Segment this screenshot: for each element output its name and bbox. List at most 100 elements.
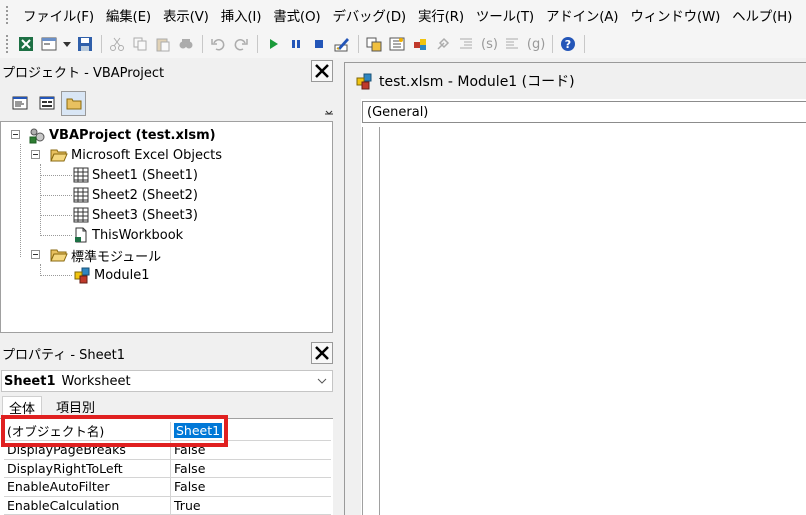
collapse-toggle[interactable] bbox=[11, 130, 20, 139]
property-name: EnableAutoFilter bbox=[4, 478, 171, 496]
property-value[interactable]: True bbox=[171, 498, 201, 513]
property-row[interactable]: (オブジェクト名) Sheet1 bbox=[4, 422, 331, 441]
view-code-button[interactable] bbox=[7, 91, 32, 116]
project-tree: VBAProject (test.xlsm) Microsoft Excel O… bbox=[0, 121, 333, 333]
menu-addins[interactable]: アドイン(A) bbox=[540, 5, 624, 25]
toggle-folders-button[interactable] bbox=[61, 90, 86, 116]
tab-categorized[interactable]: 項目別 bbox=[50, 396, 101, 417]
design-mode-icon[interactable] bbox=[331, 33, 353, 55]
menu-format[interactable]: 書式(O) bbox=[267, 5, 326, 25]
toolbar-grip[interactable] bbox=[6, 35, 9, 53]
cut-icon[interactable] bbox=[106, 33, 128, 55]
property-name: DisplayPageBreaks bbox=[4, 441, 171, 459]
property-name: DisplayRightToLeft bbox=[4, 459, 171, 477]
tree-item-thisworkbook[interactable]: ThisWorkbook bbox=[73, 225, 183, 245]
close-project-pane-button[interactable] bbox=[311, 60, 333, 82]
outdent-icon[interactable] bbox=[501, 33, 523, 55]
collapse-toggle[interactable] bbox=[31, 150, 40, 159]
menu-window[interactable]: ウィンドウ(W) bbox=[624, 5, 726, 25]
insert-userform-icon[interactable] bbox=[38, 33, 60, 55]
code-window-titlebar: test.xlsm - Module1 (コード) bbox=[345, 63, 806, 99]
find-icon[interactable] bbox=[175, 33, 197, 55]
project-pane-toolbar bbox=[0, 86, 335, 120]
property-name: (オブジェクト名) bbox=[4, 422, 171, 440]
undo-icon[interactable] bbox=[207, 33, 229, 55]
chevron-down-icon bbox=[317, 375, 327, 390]
help-icon[interactable]: ? bbox=[557, 33, 579, 55]
tree-item-sheet1[interactable]: Sheet1 (Sheet1) bbox=[73, 165, 198, 185]
menubar-grip[interactable] bbox=[6, 6, 9, 24]
toolbar-separator bbox=[101, 35, 102, 53]
object-browser-icon[interactable] bbox=[409, 33, 431, 55]
project-explorer-icon[interactable] bbox=[363, 33, 385, 55]
tree-item-label: 標準モジュール bbox=[71, 249, 162, 265]
property-value[interactable]: Sheet1 bbox=[171, 423, 223, 439]
excel-icon[interactable] bbox=[15, 33, 37, 55]
object-dropdown-value: (General) bbox=[367, 104, 429, 120]
open-folder-icon bbox=[50, 249, 68, 262]
tree-item-vbaproject[interactable]: VBAProject (test.xlsm) bbox=[28, 125, 216, 145]
reset-icon[interactable] bbox=[308, 33, 330, 55]
menu-view[interactable]: 表示(V) bbox=[157, 5, 215, 25]
object-name: Sheet1 bbox=[4, 373, 56, 389]
tree-item-sheet2[interactable]: Sheet2 (Sheet2) bbox=[73, 185, 198, 205]
margin-indicator-bar[interactable] bbox=[362, 127, 380, 515]
menu-file[interactable]: ファイル(F) bbox=[15, 5, 100, 25]
indent-icon[interactable] bbox=[455, 33, 477, 55]
chevron-down-icon[interactable] bbox=[61, 33, 73, 55]
view-code-icon bbox=[12, 96, 27, 110]
code-window-border bbox=[345, 99, 361, 515]
property-value[interactable]: False bbox=[171, 442, 205, 457]
code-editor[interactable] bbox=[381, 127, 806, 515]
close-properties-pane-button[interactable] bbox=[311, 342, 333, 364]
menu-insert[interactable]: 挿入(I) bbox=[215, 5, 268, 25]
run-icon[interactable] bbox=[262, 33, 284, 55]
tree-item-module1[interactable]: Module1 bbox=[73, 265, 150, 285]
property-row[interactable]: EnableAutoFilter False bbox=[4, 478, 331, 497]
svg-text:?: ? bbox=[565, 38, 571, 51]
tree-item-label: Sheet2 (Sheet2) bbox=[92, 187, 198, 203]
property-value[interactable]: False bbox=[171, 479, 205, 494]
tab-alphabetic[interactable]: 全体 bbox=[2, 396, 43, 417]
menu-help[interactable]: ヘルプ(H) bbox=[726, 5, 798, 25]
tree-item-label: Sheet3 (Sheet3) bbox=[92, 207, 198, 223]
property-row[interactable]: DisplayRightToLeft False bbox=[4, 459, 331, 478]
redo-icon[interactable] bbox=[230, 33, 252, 55]
break-icon[interactable] bbox=[285, 33, 307, 55]
comment-block-label[interactable]: (s) bbox=[481, 37, 498, 52]
object-selector-dropdown[interactable]: Sheet1 Worksheet bbox=[1, 370, 333, 392]
menu-edit[interactable]: 編集(E) bbox=[100, 5, 157, 25]
collapse-toggle[interactable] bbox=[31, 250, 40, 259]
properties-tabs: 全体 項目別 bbox=[0, 393, 335, 417]
property-value[interactable]: False bbox=[171, 461, 205, 476]
project-toolbar-scroll[interactable] bbox=[323, 88, 335, 118]
pane-splitter[interactable] bbox=[335, 58, 344, 515]
properties-pane-title: プロパティ - Sheet1 bbox=[2, 347, 126, 363]
uncomment-block-label[interactable]: (g) bbox=[527, 37, 545, 52]
properties-icon[interactable] bbox=[386, 33, 408, 55]
property-name: EnableCalculation bbox=[4, 496, 171, 514]
object-dropdown[interactable]: (General) bbox=[362, 101, 806, 123]
project-pane-title: プロジェクト - VBAProject bbox=[2, 65, 165, 81]
tree-item-sheet3[interactable]: Sheet3 (Sheet3) bbox=[73, 205, 198, 225]
view-object-button[interactable] bbox=[34, 91, 59, 116]
toolbar-separator bbox=[257, 35, 258, 53]
menu-run[interactable]: 実行(R) bbox=[412, 5, 470, 25]
save-icon[interactable] bbox=[74, 33, 96, 55]
close-icon bbox=[315, 346, 329, 360]
menu-tools[interactable]: ツール(T) bbox=[470, 5, 540, 25]
tree-connector bbox=[20, 144, 21, 257]
worksheet-icon bbox=[73, 187, 89, 203]
tree-item-label: ThisWorkbook bbox=[92, 227, 184, 243]
paste-icon[interactable] bbox=[152, 33, 174, 55]
copy-icon[interactable] bbox=[129, 33, 151, 55]
toolbox-icon[interactable] bbox=[432, 33, 454, 55]
tree-item-excel-objects-folder[interactable]: Microsoft Excel Objects bbox=[50, 145, 222, 165]
module-icon bbox=[74, 267, 90, 284]
property-row[interactable]: DisplayPageBreaks False bbox=[4, 441, 331, 460]
property-row[interactable]: EnableCalculation True bbox=[4, 496, 331, 515]
toolbar-separator bbox=[358, 35, 359, 53]
object-type: Worksheet bbox=[61, 373, 131, 389]
menu-debug[interactable]: デバッグ(D) bbox=[326, 5, 412, 25]
tree-item-standard-modules-folder[interactable]: 標準モジュール bbox=[50, 245, 161, 265]
